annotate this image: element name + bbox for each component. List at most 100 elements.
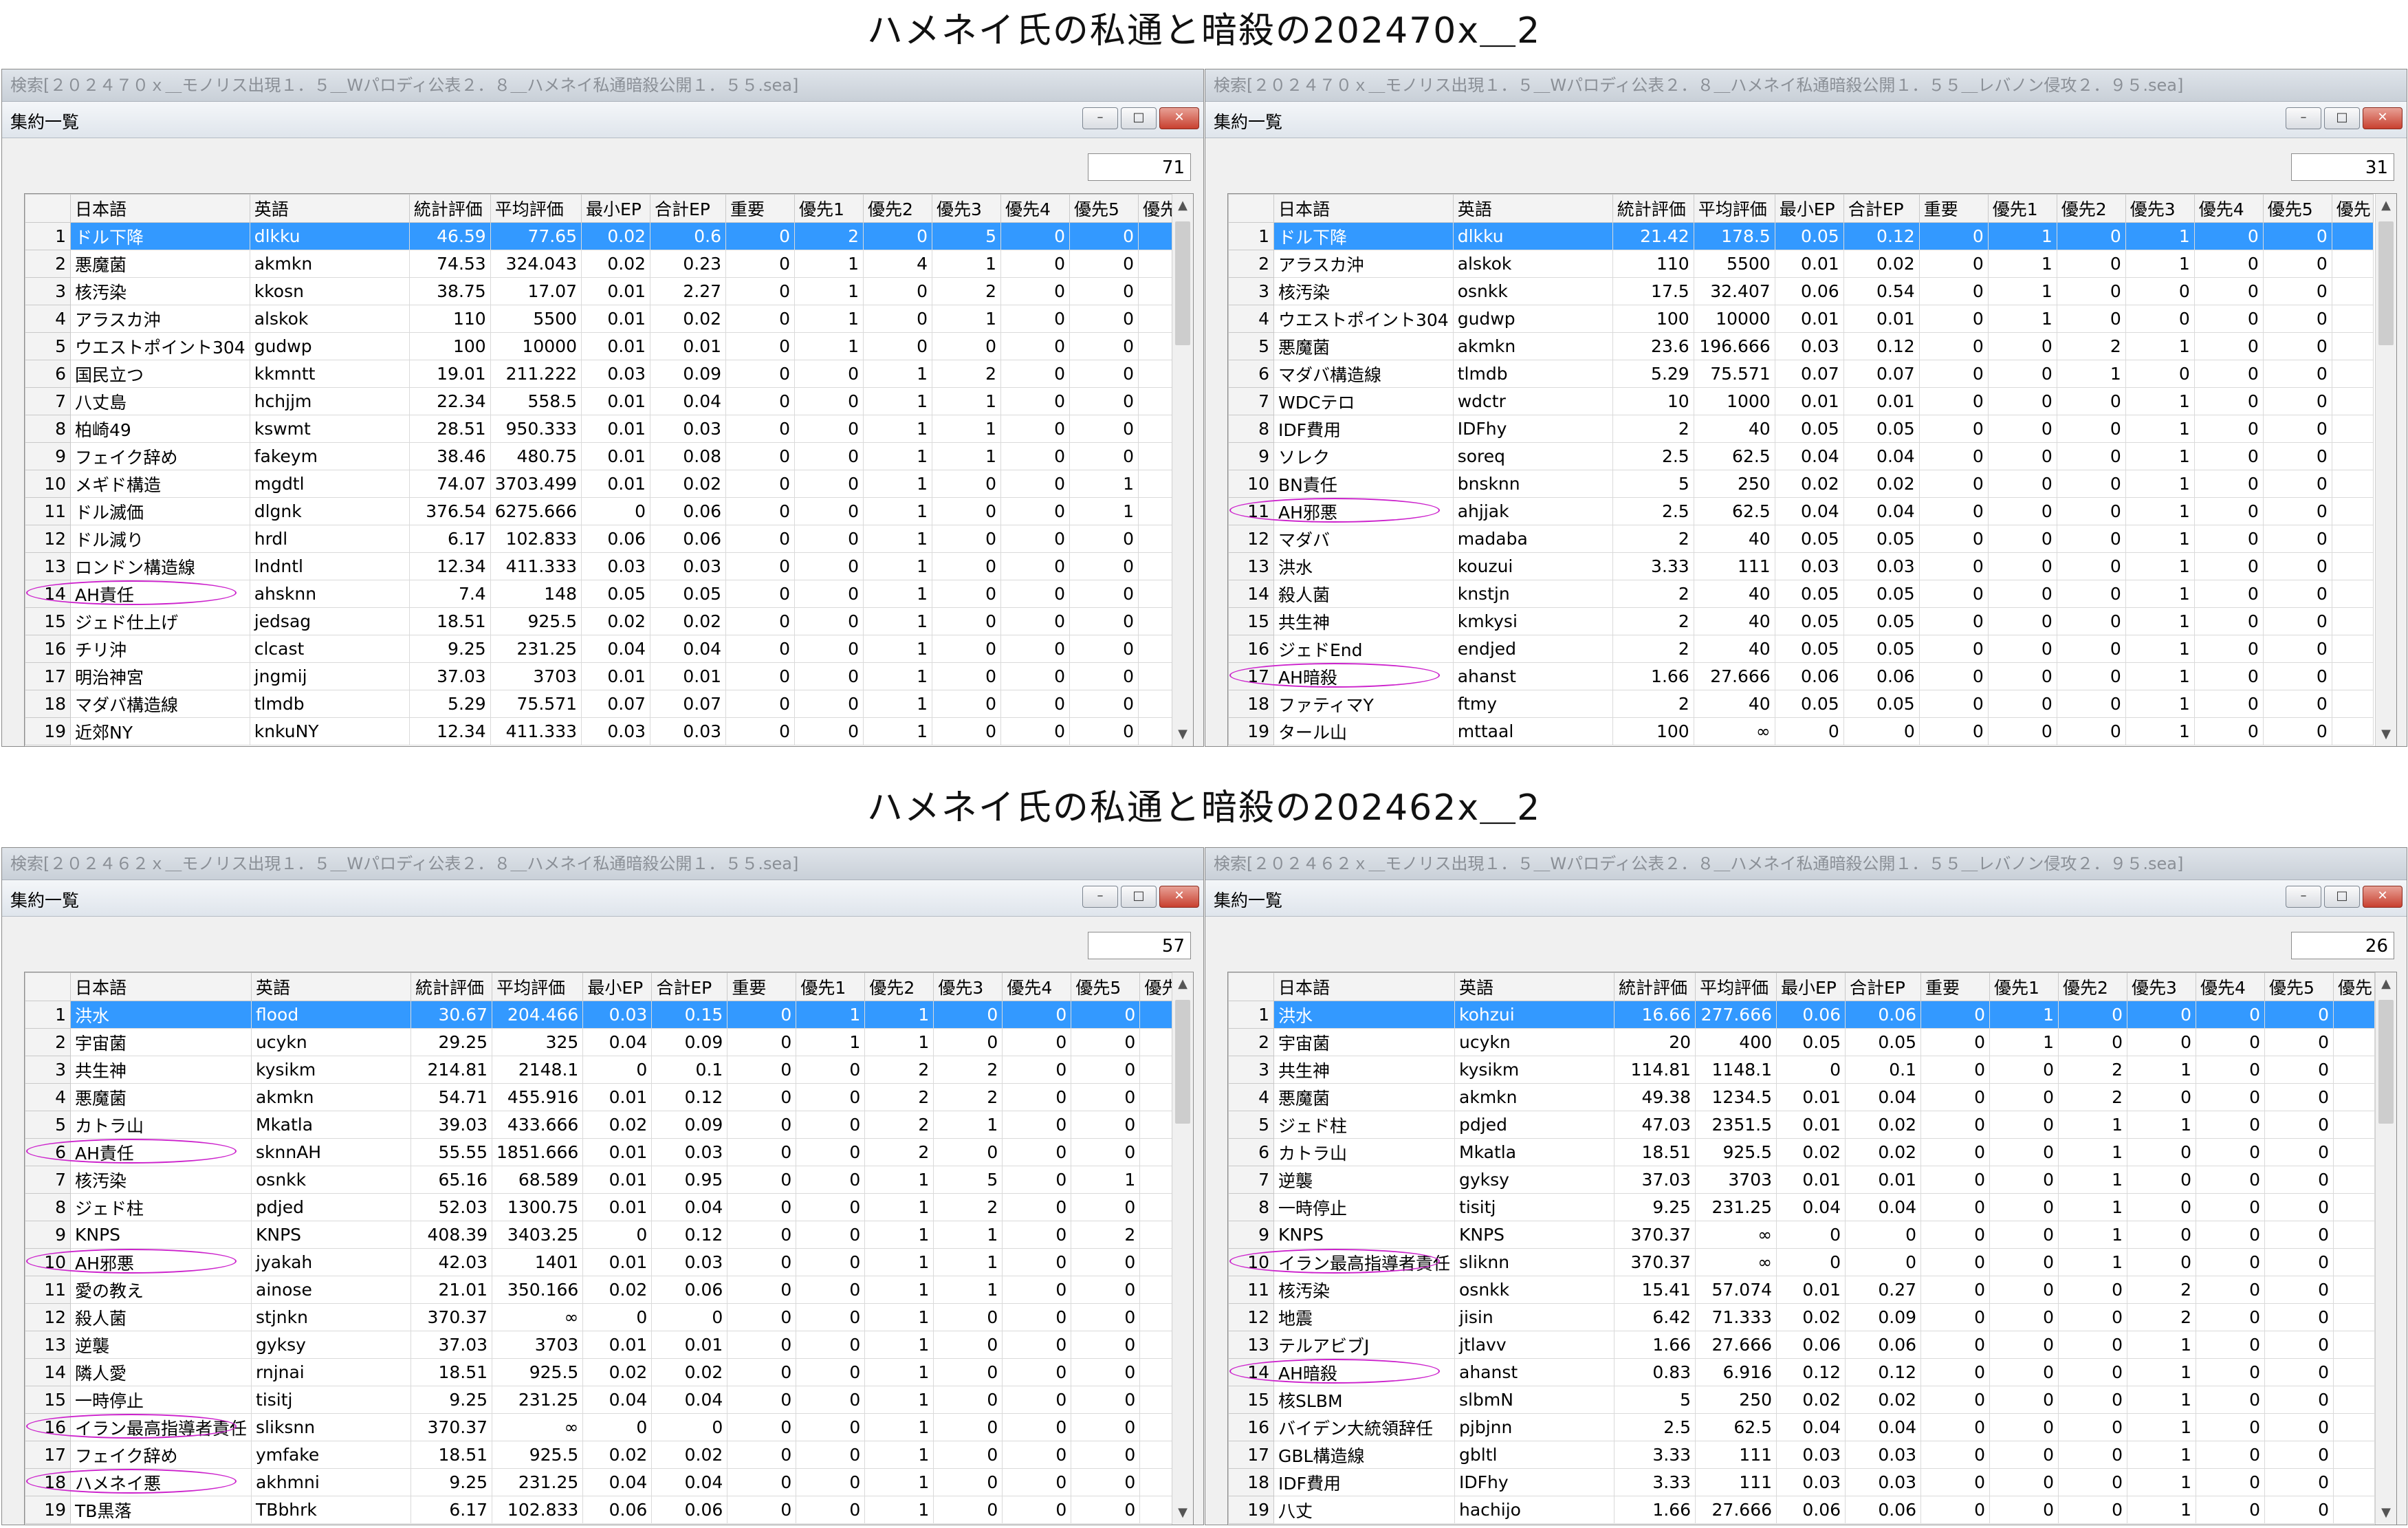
column-header[interactable]: 最小EP (1776, 972, 1846, 1001)
table-row[interactable]: 2 アラスカ沖 alskok 110 5500 0.01 0.02 0 1 0 1 0 0 (1228, 250, 2374, 278)
table-row[interactable]: 5 悪魔菌 akmkn 23.6 196.666 0.03 0.12 0 0 2 1 0 0 (1228, 332, 2374, 360)
table-row[interactable]: 16 バイデン大統領辞任 pjbjnn 2.5 62.5 0.04 0.04 0 0 0 1 0 0 (1228, 1413, 2376, 1441)
column-header[interactable]: 日本語 (1273, 194, 1454, 223)
table-row[interactable]: 15 核SLBM slbmN 5 250 0.02 0.02 0 0 0 1 0 0 (1228, 1386, 2376, 1414)
table-row[interactable]: 9 フェイク辞め fakeym 38.46 480.75 0.01 0.08 0 0 1 1 0 0 (25, 442, 1181, 470)
close-icon[interactable]: ✕ (1159, 107, 1199, 129)
column-header[interactable]: 優先4 (2196, 972, 2266, 1001)
table-row[interactable]: 6 国民立つ kkmntt 19.01 211.222 0.03 0.09 0 0 1 2 0 0 (25, 360, 1181, 388)
table-row[interactable]: 12 ドル減り hrdl 6.17 102.833 0.06 0.06 0 0 1 0 0 0 (25, 525, 1181, 553)
column-header[interactable]: 優先5 (1071, 972, 1141, 1001)
column-header[interactable]: 優先1 (796, 972, 866, 1001)
table-row[interactable]: 4 アラスカ沖 alskok 110 5500 0.01 0.02 0 1 0 1 0 0 (25, 305, 1181, 333)
table-row[interactable]: 11 核汚染 osnkk 15.41 57.074 0.01 0.27 0 0 0 2 0 0 (1228, 1276, 2376, 1304)
maximize-icon[interactable]: □ (1121, 107, 1157, 129)
table-row[interactable]: 3 共生神 kysikm 214.81 2148.1 0 0.1 0 0 2 2 0 0 (25, 1056, 1182, 1084)
table-row[interactable]: 1 ドル下降 dlkku 46.59 77.65 0.02 0.6 0 2 0 5 0 0 (25, 222, 1181, 250)
column-header[interactable] (25, 194, 71, 223)
table-row[interactable]: 2 宇宙菌 ucykn 20 400 0.05 0.05 0 1 0 0 0 0 (1228, 1028, 2376, 1056)
column-header[interactable]: 優先 (2331, 194, 2374, 223)
table-row[interactable]: 18 マダバ構造線 tlmdb 5.29 75.571 0.07 0.07 0 0 1 0 0 0 (25, 690, 1181, 718)
table-row[interactable]: 17 AH暗殺 ahanst 1.66 27.666 0.06 0.06 0 0 0 1 0 0 (1228, 662, 2374, 690)
column-header[interactable]: 優先3 (932, 194, 1002, 223)
column-header[interactable]: 優先1 (1989, 972, 2059, 1001)
table-row[interactable]: 2 宇宙菌 ucykn 29.25 325 0.04 0.09 0 1 1 0 0 0 (25, 1028, 1182, 1056)
column-header[interactable] (1228, 194, 1274, 223)
result-count-field[interactable]: 26 (2291, 932, 2394, 959)
column-header[interactable]: 優先 (2333, 972, 2376, 1001)
scroll-down-icon[interactable]: ▼ (2376, 1503, 2396, 1523)
result-count-field[interactable]: 57 (1088, 932, 1191, 959)
table-row[interactable]: 6 マダバ構造線 tlmdb 5.29 75.571 0.07 0.07 0 0 1 0 0 0 (1228, 360, 2374, 388)
table-row[interactable]: 14 隣人愛 rnjnai 18.51 925.5 0.02 0.02 0 0 1 0 0 0 (25, 1358, 1182, 1386)
column-header[interactable]: 重要 (727, 972, 797, 1001)
table-row[interactable]: 18 ハメネイ悪 akhmni 9.25 231.25 0.04 0.04 0 0 1 0 0 0 (25, 1468, 1182, 1496)
table-row[interactable]: 12 殺人菌 stjnkn 370.37 ∞ 0 0 0 0 1 0 0 0 (25, 1303, 1182, 1331)
column-header[interactable]: 優先3 (933, 972, 1003, 1001)
minimize-icon[interactable]: – (1082, 107, 1118, 129)
table-row[interactable]: 7 核汚染 osnkk 65.16 68.589 0.01 0.95 0 0 1 5 0 1 (25, 1166, 1182, 1194)
column-header[interactable]: 英語 (1454, 972, 1615, 1001)
column-header[interactable]: 優先2 (2056, 194, 2126, 223)
scroll-down-icon[interactable]: ▼ (2376, 724, 2396, 745)
table-row[interactable]: 5 ジェド柱 pdjed 47.03 2351.5 0.01 0.02 0 0 1 1 0 0 (1228, 1111, 2376, 1139)
column-header[interactable]: 優先1 (1987, 194, 2057, 223)
table-row[interactable]: 10 AH邪悪 jyakah 42.03 1401 0.01 0.03 0 0 1 1 0 0 (25, 1248, 1182, 1276)
column-header[interactable]: 重要 (725, 194, 796, 223)
column-header[interactable]: 平均評価 (1695, 972, 1777, 1001)
column-header[interactable]: 統計評価 (411, 972, 493, 1001)
minimize-icon[interactable]: – (1082, 886, 1118, 908)
column-header[interactable]: 統計評価 (1612, 194, 1694, 223)
column-header[interactable] (25, 972, 71, 1001)
table-row[interactable]: 19 八丈 hachijo 1.66 27.666 0.06 0.06 0 0 0 1 0 0 (1228, 1496, 2376, 1524)
table-row[interactable]: 8 IDF費用 IDFhy 2 40 0.05 0.05 0 0 0 1 0 0 (1228, 415, 2374, 443)
table-row[interactable]: 16 チリ沖 clcast 9.25 231.25 0.04 0.04 0 0 1 0 0 0 (25, 635, 1181, 663)
scroll-thumb[interactable] (2378, 1000, 2394, 1124)
table-row[interactable]: 7 WDCテロ wdctr 10 1000 0.01 0.01 0 0 0 1 0 0 (1228, 387, 2374, 415)
scroll-up-icon[interactable]: ▲ (1172, 195, 1193, 216)
scroll-up-icon[interactable]: ▲ (2376, 974, 2396, 994)
table-row[interactable]: 14 殺人菌 knstjn 2 40 0.05 0.05 0 0 0 1 0 0 (1228, 580, 2374, 608)
column-header[interactable]: 統計評価 (408, 194, 491, 223)
table-row[interactable]: 8 柏崎49 kswmt 28.51 950.333 0.01 0.03 0 0 1 1 0 0 (25, 415, 1181, 443)
column-header[interactable]: 英語 (249, 194, 410, 223)
table-row[interactable]: 19 タール山 mttaal 100 ∞ 0 0 0 0 0 1 0 0 (1228, 717, 2374, 745)
column-header[interactable]: 合計EP (1843, 194, 1920, 223)
table-row[interactable]: 17 GBL構造線 gbltl 3.33 111 0.03 0.03 0 0 0 1 0 0 (1228, 1441, 2376, 1469)
column-header[interactable]: 最小EP (582, 972, 653, 1001)
column-header[interactable]: 優先4 (2193, 194, 2264, 223)
table-row[interactable]: 2 悪魔菌 akmkn 74.53 324.043 0.02 0.23 0 1 4 1 0 0 (25, 250, 1181, 278)
table-row[interactable]: 18 ファティマY ftmy 2 40 0.05 0.05 0 0 0 1 0 0 (1228, 690, 2374, 718)
scroll-thumb[interactable] (2378, 221, 2394, 345)
result-count-field[interactable]: 31 (2291, 153, 2394, 181)
table-row[interactable]: 19 近郊NY knkuNY 12.34 411.333 0.03 0.03 0 0 1 0 0 0 (25, 717, 1181, 745)
table-row[interactable]: 13 逆襲 gyksy 37.03 3703 0.01 0.01 0 0 1 0 0 0 (25, 1331, 1182, 1359)
table-row[interactable]: 10 イラン最高指導者責任 sliknn 370.37 ∞ 0 0 0 0 1 0 0 0 (1228, 1248, 2376, 1276)
table-row[interactable]: 15 共生神 kmkysi 2 40 0.05 0.05 0 0 0 1 0 0 (1228, 607, 2374, 635)
scroll-down-icon[interactable]: ▼ (1172, 1503, 1193, 1523)
column-header[interactable]: 平均評価 (490, 194, 582, 223)
table-row[interactable]: 12 地震 jisin 6.42 71.333 0.02 0.09 0 0 0 2 0 0 (1228, 1303, 2376, 1331)
table-row[interactable]: 3 共生神 kysikm 114.81 1148.1 0 0.1 0 0 2 1 0 0 (1228, 1056, 2376, 1084)
table-row[interactable]: 3 核汚染 osnkk 17.5 32.407 0.06 0.54 0 1 0 0 0 0 (1228, 277, 2374, 305)
table-row[interactable]: 14 AH暗殺 ahanst 0.83 6.916 0.12 0.12 0 0 0 1 0 0 (1228, 1358, 2376, 1386)
minimize-icon[interactable]: – (2286, 886, 2321, 908)
table-row[interactable]: 1 ドル下降 dlkku 21.42 178.5 0.05 0.12 0 1 0 1 0 0 (1228, 222, 2374, 250)
maximize-icon[interactable]: □ (2324, 886, 2360, 908)
result-count-field[interactable]: 71 (1088, 153, 1191, 181)
column-header[interactable]: 優先5 (2262, 194, 2332, 223)
table-row[interactable]: 8 一時停止 tisitj 9.25 231.25 0.04 0.04 0 0 1 0 0 0 (1228, 1193, 2376, 1221)
column-header[interactable]: 優先2 (864, 972, 934, 1001)
table-row[interactable]: 11 AH邪悪 ahjjak 2.5 62.5 0.04 0.04 0 0 0 1 0 0 (1228, 497, 2374, 525)
scroll-up-icon[interactable]: ▲ (2376, 195, 2396, 216)
column-header[interactable]: 最小EP (581, 194, 651, 223)
table-row[interactable]: 5 カトラ山 Mkatla 39.03 433.666 0.02 0.09 0 0 2 1 0 0 (25, 1111, 1182, 1139)
column-header[interactable]: 優先3 (2127, 972, 2197, 1001)
column-header[interactable]: 英語 (1452, 194, 1613, 223)
close-icon[interactable]: ✕ (2363, 886, 2402, 908)
table-row[interactable]: 17 明治神宮 jngmij 37.03 3703 0.01 0.01 0 0 1 0 0 0 (25, 662, 1181, 690)
column-header[interactable]: 優先4 (1000, 194, 1071, 223)
table-row[interactable]: 10 BN責任 bnsknn 5 250 0.02 0.02 0 0 0 1 0 0 (1228, 470, 2374, 498)
table-row[interactable]: 10 メギド構造 mgdtl 74.07 3703.499 0.01 0.02 0 0 1 0 0 1 (25, 470, 1181, 498)
table-row[interactable]: 4 悪魔菌 akmkn 49.38 1234.5 0.01 0.04 0 0 2 0 0 0 (1228, 1083, 2376, 1111)
